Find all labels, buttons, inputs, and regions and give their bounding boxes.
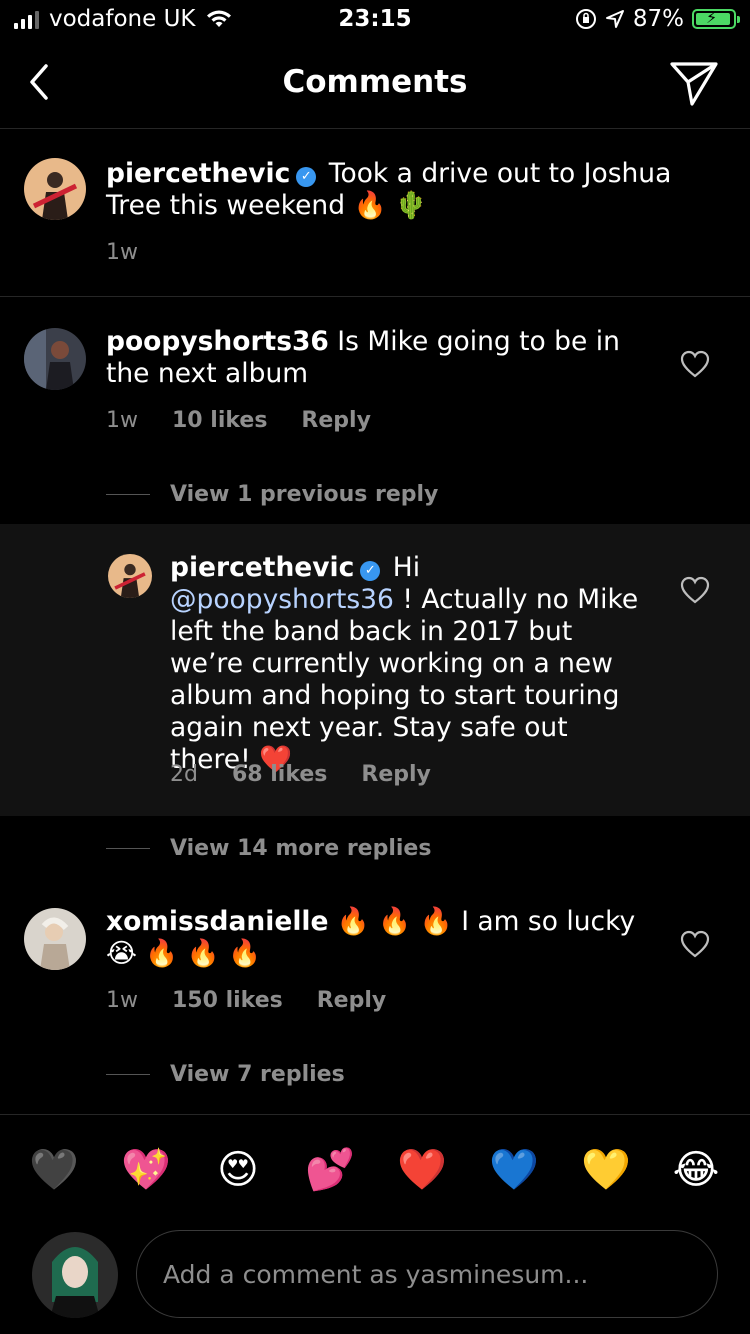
avatar[interactable]	[24, 908, 86, 970]
reply-button[interactable]: Reply	[317, 988, 387, 1013]
emoji-yellow-heart[interactable]: 💛	[578, 1145, 634, 1195]
emoji-red-heart[interactable]: ❤️	[394, 1145, 450, 1195]
divider	[0, 296, 750, 297]
reply-button[interactable]: Reply	[301, 408, 371, 433]
avatar[interactable]	[24, 328, 86, 390]
username[interactable]: xomissdanielle	[106, 906, 328, 937]
reply-meta: 2d 68 likes Reply	[170, 762, 431, 787]
avatar[interactable]	[24, 158, 86, 220]
divider	[106, 1074, 150, 1075]
emoji-quick-bar: 🖤 💖 😍 💕 ❤️ 💙 💛 😂	[0, 1114, 750, 1225]
current-user-avatar	[32, 1232, 118, 1318]
comment-input[interactable]	[136, 1230, 718, 1318]
timestamp: 1w	[106, 408, 138, 433]
likes-count[interactable]: 10 likes	[172, 408, 267, 433]
battery-icon: ⚡	[692, 8, 740, 29]
timestamp: 2d	[170, 762, 198, 787]
caption-emojis: 🔥 🌵	[353, 190, 428, 221]
username[interactable]: piercethevic	[106, 158, 290, 189]
status-bar: vodafone UK 23:15 87% ⚡	[0, 0, 750, 44]
mention-link[interactable]: @poopyshorts36	[170, 584, 394, 615]
view-more-replies-label: View 14 more replies	[170, 836, 432, 861]
comment-emojis: 🔥 🔥 🔥	[336, 906, 453, 937]
comment-text: xomissdanielle 🔥 🔥 🔥 I am so lucky 😭 🔥 🔥…	[106, 906, 646, 970]
page-title: Comments	[282, 64, 468, 100]
emoji-two-hearts[interactable]: 💕	[302, 1145, 358, 1195]
emoji-tears-of-joy[interactable]: 😂	[668, 1145, 724, 1195]
timestamp: 1w	[106, 240, 138, 265]
likes-count[interactable]: 68 likes	[232, 762, 327, 787]
emoji-blue-heart[interactable]: 💙	[486, 1145, 542, 1195]
comment-meta: 1w 10 likes Reply	[106, 408, 371, 433]
verified-badge-icon: ✓	[360, 561, 381, 581]
divider	[106, 848, 150, 849]
location-arrow-icon	[605, 10, 624, 28]
view-replies-label: View 1 previous reply	[170, 482, 439, 507]
comment-body: I am so lucky	[461, 906, 636, 937]
emoji-sparkling-heart[interactable]: 💖	[118, 1145, 174, 1195]
caption-meta: 1w	[106, 240, 172, 265]
view-more-replies-link[interactable]: View 14 more replies	[106, 836, 431, 861]
username[interactable]: piercethevic	[170, 552, 354, 583]
emoji-black-heart[interactable]: 🖤	[26, 1145, 82, 1195]
orientation-lock-icon	[575, 9, 596, 29]
reply-greeting: Hi	[392, 552, 421, 583]
comment-text: poopyshorts36 Is Mike going to be in the…	[106, 326, 646, 390]
verified-badge-icon: ✓	[296, 167, 317, 187]
view-replies-label: View 7 replies	[170, 1062, 345, 1087]
like-heart-icon[interactable]	[680, 350, 710, 378]
view-replies-link[interactable]: View 1 previous reply	[106, 482, 438, 507]
username[interactable]: poopyshorts36	[106, 326, 329, 357]
send-direct-icon[interactable]	[668, 58, 720, 108]
like-heart-icon[interactable]	[680, 930, 710, 958]
nav-bar: Comments	[0, 44, 750, 129]
battery-percent: 87%	[632, 6, 684, 32]
divider	[106, 494, 150, 495]
like-heart-icon[interactable]	[680, 576, 710, 604]
emoji-heart-eyes[interactable]: 😍	[210, 1145, 266, 1195]
avatar[interactable]	[108, 554, 152, 598]
comment-emojis-2: 😭 🔥 🔥 🔥	[106, 938, 262, 969]
view-replies-link[interactable]: View 7 replies	[106, 1062, 345, 1087]
likes-count[interactable]: 150 likes	[172, 988, 283, 1013]
comment-meta: 1w 150 likes Reply	[106, 988, 386, 1013]
reply-text: piercethevic ✓ Hi @poopyshorts36 ! Actual…	[170, 552, 650, 776]
reply-button[interactable]: Reply	[361, 762, 431, 787]
timestamp: 1w	[106, 988, 138, 1013]
caption-text: piercethevic ✓ Took a drive out to Joshua…	[106, 158, 726, 222]
